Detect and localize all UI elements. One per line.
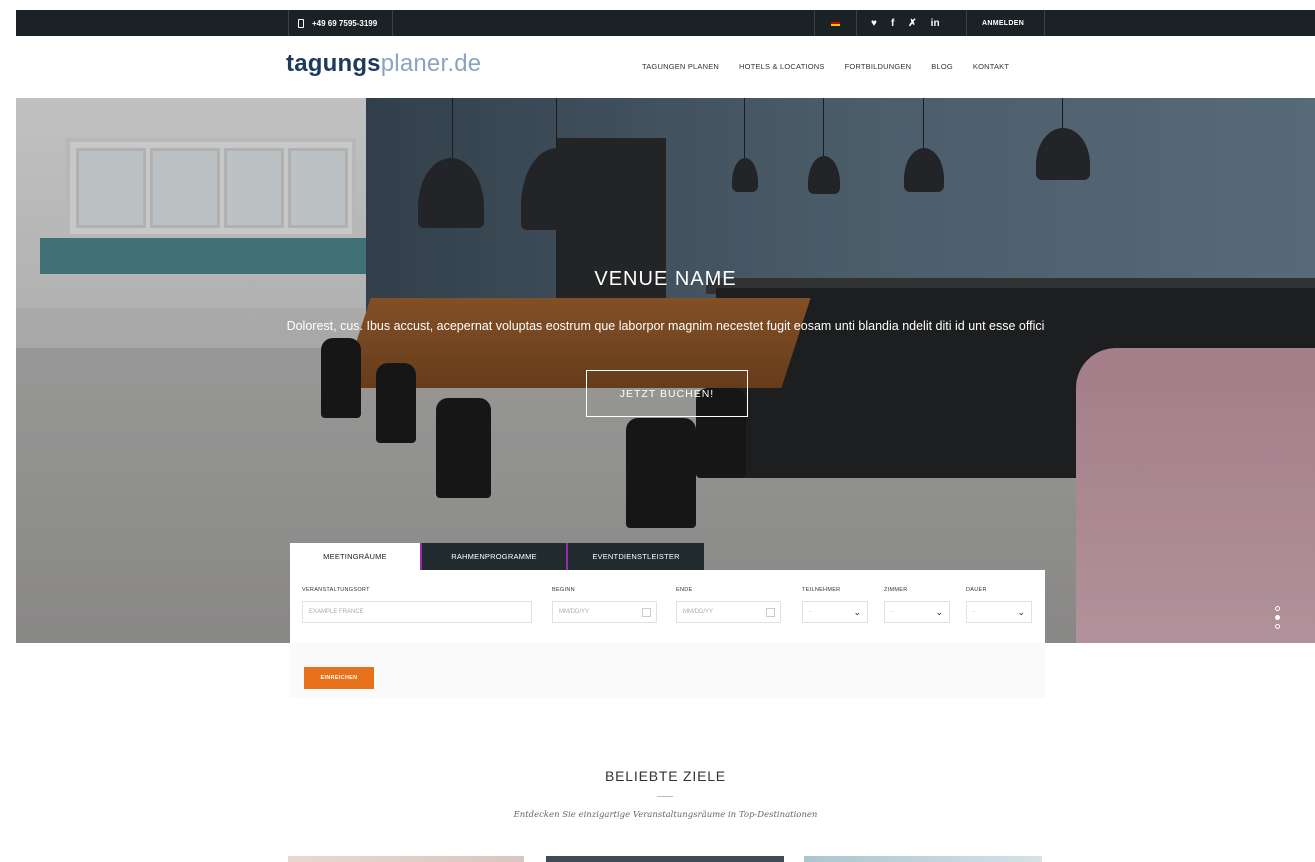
rooms-select[interactable]: - ⌄: [884, 601, 950, 623]
destination-card[interactable]: [804, 856, 1042, 862]
field-label-zimmer: ZIMMER: [884, 587, 908, 593]
start-date-input[interactable]: MM/DD/YY: [552, 601, 657, 623]
top-bar: +49 69 7595-3199 ♥ f ✗ in ANMELDEN: [16, 10, 1315, 36]
phone-number: +49 69 7595-3199: [312, 18, 378, 28]
main-nav: TAGUNGEN PLANEN HOTELS & LOCATIONS FORTB…: [642, 62, 1009, 71]
section-subtitle: Entdecken Sie einzigartige Veranstaltung…: [513, 810, 818, 820]
participants-value: -: [809, 609, 811, 615]
start-date-placeholder: MM/DD/YY: [559, 609, 589, 615]
section-divider: [657, 796, 673, 797]
slider-dot-active[interactable]: [1275, 615, 1280, 620]
participants-select[interactable]: - ⌄: [802, 601, 868, 623]
divider: [856, 10, 857, 36]
calendar-icon[interactable]: [642, 608, 651, 617]
site-logo[interactable]: tagungsplaner.de: [286, 50, 481, 78]
nav-item-kontakt[interactable]: KONTAKT: [973, 62, 1009, 71]
field-label-ende: ENDE: [676, 587, 693, 593]
logo-text-light: planer.de: [380, 50, 482, 77]
submit-button[interactable]: EINREICHEN: [304, 667, 374, 689]
nav-item-fortbildungen[interactable]: FORTBILDUNGEN: [845, 62, 912, 71]
social-links: ♥ f ✗ in: [871, 10, 940, 36]
divider: [814, 10, 815, 36]
field-label-dauer: DAUER: [966, 587, 987, 593]
facebook-icon[interactable]: f: [891, 18, 894, 29]
nav-item-tagungen-planen[interactable]: TAGUNGEN PLANEN: [642, 62, 719, 71]
duration-value: -: [973, 609, 975, 615]
duration-select[interactable]: - ⌄: [966, 601, 1032, 623]
end-date-input[interactable]: MM/DD/YY: [676, 601, 781, 623]
slider-dot[interactable]: [1275, 624, 1280, 629]
hero-title: VENUE NAME: [594, 268, 737, 290]
twitter-icon[interactable]: ♥: [871, 18, 877, 29]
logo-text-bold: tagungs: [286, 50, 381, 77]
location-input[interactable]: EXAMPLE FRANCE: [302, 601, 532, 623]
divider: [966, 10, 967, 36]
nav-item-blog[interactable]: BLOG: [931, 62, 953, 71]
slider-dot[interactable]: [1275, 606, 1280, 611]
site-header: tagungsplaner.de TAGUNGEN PLANEN HOTELS …: [16, 36, 1315, 98]
page-top-margin: [0, 0, 1315, 10]
login-button[interactable]: ANMELDEN: [982, 10, 1024, 36]
search-tabs: MEETINGRÄUME RAHMENPROGRAMME EVENTDIENST…: [290, 543, 704, 570]
nav-item-hotels-locations[interactable]: HOTELS & LOCATIONS: [739, 62, 825, 71]
chevron-down-icon: ⌄: [853, 607, 861, 617]
xing-icon[interactable]: ✗: [908, 18, 916, 29]
chevron-down-icon: ⌄: [935, 607, 943, 617]
slider-dots: [1275, 606, 1280, 629]
phone-contact[interactable]: +49 69 7595-3199: [298, 10, 377, 36]
website-frame: +49 69 7595-3199 ♥ f ✗ in ANMELDEN tagun…: [16, 10, 1315, 862]
tab-rahmenprogramme[interactable]: RAHMENPROGRAMME: [420, 543, 566, 570]
destination-card[interactable]: [288, 856, 524, 862]
field-label-ort: VERANSTALTUNGSORT: [302, 587, 370, 593]
field-label-teilnehmer: TEILNEHMER: [802, 587, 841, 593]
end-date-placeholder: MM/DD/YY: [683, 609, 713, 615]
section-title: BELIEBTE ZIELE: [605, 768, 726, 784]
destination-card[interactable]: [546, 856, 784, 862]
hero-subtitle: Dolorest, cus. Ibus accust, acepernat vo…: [286, 319, 1045, 333]
search-panel: VERANSTALTUNGSORT EXAMPLE FRANCE BEGINN …: [290, 570, 1045, 643]
rooms-value: -: [891, 609, 893, 615]
search-panel-footer: [290, 643, 1045, 698]
tab-meetingraeume[interactable]: MEETINGRÄUME: [290, 543, 420, 570]
field-label-beginn: BEGINN: [552, 587, 575, 593]
german-flag-icon[interactable]: [831, 20, 840, 26]
book-now-button[interactable]: JETZT BUCHEN!: [586, 370, 748, 417]
calendar-icon[interactable]: [766, 608, 775, 617]
divider: [1044, 10, 1045, 36]
linkedin-icon[interactable]: in: [931, 18, 940, 29]
tab-eventdienstleister[interactable]: EVENTDIENSTLEISTER: [566, 543, 704, 570]
chevron-down-icon: ⌄: [1017, 607, 1025, 617]
phone-icon: [298, 18, 304, 28]
divider: [392, 10, 393, 36]
divider: [288, 10, 289, 36]
